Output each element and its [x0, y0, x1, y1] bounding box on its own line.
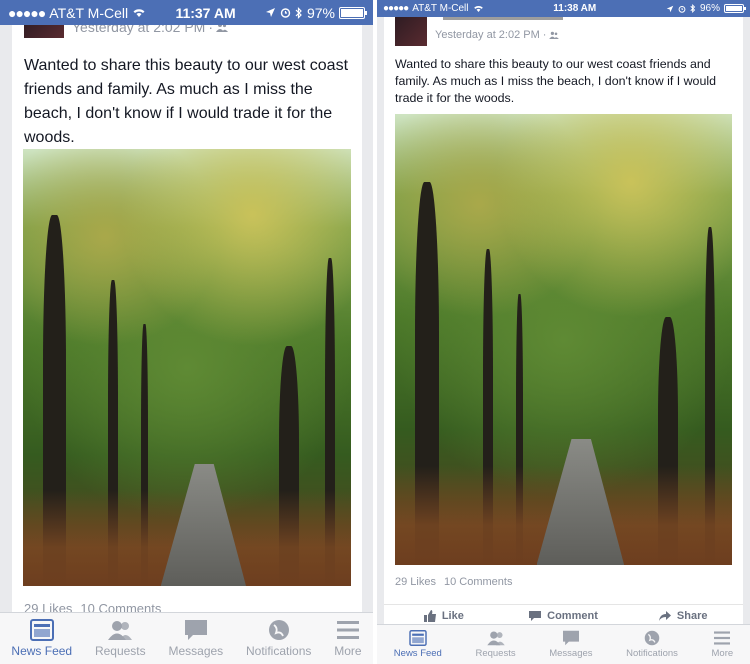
- wifi-icon: [473, 5, 483, 13]
- bluetooth-icon: [690, 4, 696, 13]
- notifications-icon: [268, 620, 289, 640]
- tab-label: Requests: [94, 644, 146, 658]
- tab-messages[interactable]: Messages: [549, 625, 593, 664]
- post-actions: Like Comment Share: [384, 604, 743, 626]
- post-photo[interactable]: [395, 114, 732, 565]
- comment-button[interactable]: Comment: [504, 605, 624, 626]
- notifications-icon: [644, 630, 660, 646]
- messages-icon: [562, 630, 579, 646]
- requests-icon: [486, 631, 505, 646]
- signal-dots-icon: ●●●●●: [8, 4, 46, 21]
- like-button[interactable]: Like: [384, 605, 504, 626]
- tab-more[interactable]: More: [334, 613, 362, 664]
- tab-label: More: [711, 648, 734, 659]
- signal-dots-icon: ●●●●●: [383, 3, 409, 14]
- tab-news-feed[interactable]: News Feed: [394, 625, 442, 664]
- comments-count[interactable]: 10 Comments: [444, 576, 512, 588]
- status-bar: ●●●●● AT&T M-Cell 11:37 AM 97%: [0, 0, 373, 25]
- post-timestamp[interactable]: Yesterday at 2:02 PM: [435, 29, 540, 41]
- avatar[interactable]: [395, 14, 427, 46]
- post-text: Wanted to share this beauty to our west …: [24, 57, 349, 146]
- share-icon: [658, 610, 671, 621]
- like-label: Like: [441, 609, 464, 622]
- status-time: 11:38 AM: [553, 3, 597, 14]
- tab-label: Notifications: [626, 648, 678, 659]
- screenshot-left: Yesterday at 2:02 PM · Wanted to share t…: [0, 0, 373, 664]
- status-time: 11:37 AM: [175, 4, 236, 21]
- news-feed-icon: [409, 630, 427, 646]
- location-icon: [265, 8, 275, 17]
- post-counts: 29 Likes 10 Comments: [395, 576, 512, 588]
- tab-label: News Feed: [11, 644, 73, 658]
- tab-requests[interactable]: Requests: [95, 613, 146, 664]
- more-icon: [336, 621, 359, 639]
- post-meta: Yesterday at 2:02 PM ·: [435, 29, 560, 41]
- battery-percent: 97%: [306, 4, 335, 21]
- tab-bar: News Feed Requests Messages Notification…: [0, 612, 373, 664]
- post-header: Yesterday at 2:02 PM ·: [395, 14, 563, 46]
- post-card: Yesterday at 2:02 PM · Wanted to share t…: [384, 14, 743, 624]
- post-photo[interactable]: [23, 149, 351, 586]
- alarm-icon: [678, 5, 686, 13]
- bluetooth-icon: [295, 6, 302, 19]
- status-bar: ●●●●● AT&T M-Cell 11:38 AM 96%: [377, 0, 750, 17]
- battery-icon: [723, 4, 746, 13]
- battery-fill: [725, 6, 742, 11]
- tab-notifications[interactable]: Notifications: [626, 625, 678, 664]
- more-icon: [714, 631, 731, 645]
- alarm-icon: [280, 8, 291, 18]
- messages-icon: [184, 620, 207, 640]
- tab-label: Notifications: [246, 644, 312, 658]
- location-icon: [666, 5, 674, 12]
- tab-label: More: [334, 644, 362, 658]
- battery-icon: [338, 6, 367, 19]
- news-feed-icon: [29, 619, 54, 641]
- battery-percent: 96%: [699, 3, 720, 14]
- carrier-name: AT&T M-Cell: [412, 3, 469, 14]
- comment-icon: [529, 610, 542, 621]
- tab-label: Requests: [475, 648, 516, 659]
- like-icon: [423, 609, 436, 622]
- tab-requests[interactable]: Requests: [475, 625, 516, 664]
- battery-fill: [340, 8, 363, 17]
- tab-label: Messages: [549, 648, 593, 659]
- carrier-name: AT&T M-Cell: [49, 4, 129, 21]
- share-label: Share: [676, 609, 708, 622]
- separator-dot: ·: [542, 29, 547, 41]
- tab-notifications[interactable]: Notifications: [246, 613, 311, 664]
- post-text: Wanted to share this beauty to our west …: [395, 57, 716, 105]
- tab-label: News Feed: [393, 648, 442, 659]
- tab-bar: News Feed Requests Messages Notification…: [377, 624, 750, 664]
- friends-icon: [549, 31, 560, 39]
- post-card: Yesterday at 2:02 PM · Wanted to share t…: [12, 16, 362, 618]
- requests-icon: [108, 621, 133, 640]
- share-button[interactable]: Share: [623, 605, 743, 626]
- tab-messages[interactable]: Messages: [168, 613, 223, 664]
- tab-more[interactable]: More: [711, 625, 734, 664]
- tab-label: Messages: [168, 644, 224, 658]
- likes-count[interactable]: 29 Likes: [395, 576, 436, 588]
- screenshot-right: Yesterday at 2:02 PM · Wanted to share t…: [377, 0, 750, 664]
- wifi-icon: [133, 9, 145, 17]
- comment-label: Comment: [547, 609, 598, 622]
- tab-news-feed[interactable]: News Feed: [11, 613, 72, 664]
